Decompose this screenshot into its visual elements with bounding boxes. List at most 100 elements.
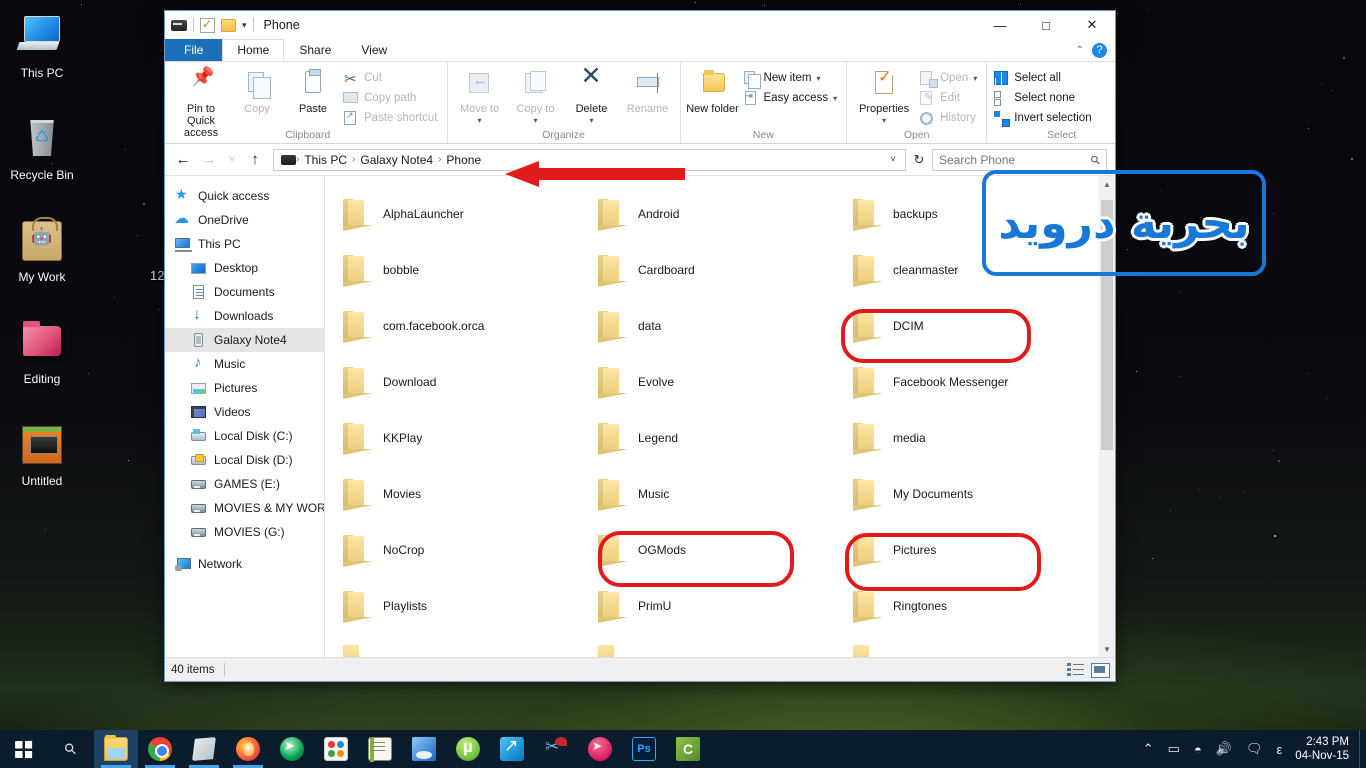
maximize-button[interactable]: □: [1023, 11, 1069, 39]
select-none-button[interactable]: Select none: [991, 88, 1096, 108]
show-desktop-button[interactable]: [1359, 730, 1366, 768]
battery-icon[interactable]: ▭: [1161, 741, 1187, 757]
taskbar-app-firefox[interactable]: [226, 730, 270, 768]
copy-button[interactable]: Copy: [229, 65, 285, 115]
sidebar-item-quick-access[interactable]: Quick access: [165, 184, 324, 208]
taskbar-app-utorrent[interactable]: [446, 730, 490, 768]
taskbar-app-chrome[interactable]: [138, 730, 182, 768]
desktop-icon-this-pc[interactable]: This PC: [4, 14, 80, 80]
view-buttons[interactable]: [1067, 662, 1110, 678]
taskbar-app-store[interactable]: [182, 730, 226, 768]
computer-icon[interactable]: [171, 19, 187, 31]
list-item[interactable]: AlphaLauncher: [335, 186, 590, 242]
up-button[interactable]: ↑: [243, 148, 267, 172]
start-button[interactable]: [0, 730, 46, 768]
help-icon[interactable]: ?: [1092, 42, 1107, 58]
list-item[interactable]: Android: [590, 186, 845, 242]
language-indicator[interactable]: ε: [1270, 742, 1290, 757]
copy-to-button[interactable]: Copy to ▾: [508, 65, 564, 127]
taskbar-app-pink[interactable]: [578, 730, 622, 768]
taskbar-app-green-arrow[interactable]: [270, 730, 314, 768]
list-item-pictures[interactable]: Pictures: [845, 522, 1100, 578]
edit-button[interactable]: Edit: [917, 88, 982, 108]
desktop-icon-my-work[interactable]: My Work: [4, 217, 80, 284]
search-input[interactable]: Search Phone ⚲: [932, 148, 1107, 171]
large-icons-view-icon[interactable]: [1091, 662, 1110, 678]
rename-button[interactable]: Rename: [620, 65, 676, 115]
forward-button[interactable]: →: [197, 148, 221, 172]
taskbar[interactable]: ⚲ Ps C ⌃ ▭ ◓ 🔊 🗨 ε 2:43 PM 04-Nov-15: [0, 730, 1366, 768]
taskbar-app-notepad[interactable]: [358, 730, 402, 768]
invert-selection-button[interactable]: Invert selection: [991, 108, 1096, 128]
cut-button[interactable]: Cut: [341, 68, 443, 88]
sidebar-item-movies-g[interactable]: MOVIES (G:): [165, 520, 324, 544]
list-item[interactable]: My Documents: [845, 466, 1100, 522]
collapse-ribbon-icon[interactable]: ⌃: [1076, 45, 1084, 56]
list-item[interactable]: Download: [335, 354, 590, 410]
list-item[interactable]: Movies: [335, 466, 590, 522]
minimize-button[interactable]: —: [977, 11, 1023, 39]
copy-path-button[interactable]: Copy path: [341, 88, 443, 108]
system-tray[interactable]: ⌃ ▭ ◓ 🔊 🗨 ε 2:43 PM 04-Nov-15: [1136, 730, 1366, 768]
breadcrumb-dropdown-icon[interactable]: ˅: [885, 154, 901, 165]
list-item[interactable]: Music: [590, 466, 845, 522]
properties-icon[interactable]: [200, 17, 215, 33]
sidebar-item-local-disk-d[interactable]: Local Disk (D:): [165, 448, 324, 472]
ribbon[interactable]: Pin to Quick access Copy Paste Cut: [165, 62, 1115, 144]
back-button[interactable]: ←: [171, 148, 195, 172]
sidebar-item-movies-my-work[interactable]: MOVIES & MY WOR: [165, 496, 324, 520]
taskbar-app-snipping-tool[interactable]: [534, 730, 578, 768]
sidebar-item-this-pc[interactable]: This PC: [165, 232, 324, 256]
sidebar-item-desktop[interactable]: Desktop: [165, 256, 324, 280]
list-item[interactable]: com.facebook.orca: [335, 298, 590, 354]
list-item[interactable]: Playlists: [335, 578, 590, 634]
customize-qat-icon[interactable]: ▾: [242, 20, 247, 31]
chevron-down-icon[interactable]: ▾: [833, 94, 837, 103]
taskbar-app-idm[interactable]: [490, 730, 534, 768]
sidebar-item-galaxy-note4[interactable]: Galaxy Note4: [165, 328, 324, 352]
chevron-up-icon[interactable]: ⌃: [1136, 741, 1161, 757]
taskbar-app-remote-desktop[interactable]: [402, 730, 446, 768]
address-bar[interactable]: ← → ˅ ↑ › This PC › Galaxy Note4 › Phone…: [165, 144, 1115, 176]
paste-shortcut-button[interactable]: Paste shortcut: [341, 108, 443, 128]
ribbon-tab-bar[interactable]: File Home Share View ⌃ ?: [165, 39, 1115, 62]
sidebar-item-games-e[interactable]: GAMES (E:): [165, 472, 324, 496]
chevron-down-icon[interactable]: ▾: [882, 115, 886, 127]
desktop-icon-untitled[interactable]: Untitled: [4, 422, 80, 488]
breadcrumb-item-phone[interactable]: Phone: [441, 153, 486, 167]
sidebar-item-network[interactable]: Network: [165, 552, 324, 576]
list-item[interactable]: KKPlay: [335, 410, 590, 466]
chevron-down-icon[interactable]: ▾: [534, 115, 538, 127]
taskbar-search-button[interactable]: ⚲: [46, 730, 94, 768]
sidebar-item-local-disk-c[interactable]: Local Disk (C:): [165, 424, 324, 448]
new-item-button[interactable]: New item ▾: [741, 68, 843, 89]
sidebar-item-onedrive[interactable]: OneDrive: [165, 208, 324, 232]
sidebar-item-documents[interactable]: Documents: [165, 280, 324, 304]
taskbar-clock[interactable]: 2:43 PM 04-Nov-15: [1289, 735, 1359, 763]
list-item[interactable]: Cardboard: [590, 242, 845, 298]
list-item[interactable]: bobble: [335, 242, 590, 298]
select-all-button[interactable]: Select all: [991, 68, 1096, 88]
list-item[interactable]: Ringtones: [845, 578, 1100, 634]
list-item[interactable]: PrimU: [590, 578, 845, 634]
history-button[interactable]: History: [917, 108, 982, 128]
list-item-ogmods[interactable]: OGMods: [590, 522, 845, 578]
list-item[interactable]: Legend: [590, 410, 845, 466]
delete-button[interactable]: Delete ▾: [564, 65, 620, 127]
list-item[interactable]: NoCrop: [335, 522, 590, 578]
desktop-icon-recycle-bin[interactable]: Recycle Bin: [4, 116, 80, 182]
breadcrumb[interactable]: › This PC › Galaxy Note4 › Phone ˅: [273, 148, 906, 171]
easy-access-button[interactable]: Easy access ▾: [741, 88, 843, 108]
breadcrumb-item-galaxy-note4[interactable]: Galaxy Note4: [355, 153, 438, 167]
refresh-button[interactable]: ↻: [908, 149, 930, 171]
properties-button[interactable]: Properties ▾: [851, 65, 917, 127]
list-item[interactable]: media: [845, 410, 1100, 466]
tab-file[interactable]: File: [165, 39, 223, 61]
navigation-pane[interactable]: Quick access OneDrive This PC Desktop Do…: [165, 176, 325, 657]
taskbar-app-photoshop[interactable]: Ps: [622, 730, 666, 768]
quick-access-toolbar[interactable]: ▾: [171, 17, 254, 33]
details-view-icon[interactable]: [1067, 662, 1085, 678]
scroll-down-arrow[interactable]: ▼: [1099, 641, 1115, 657]
chevron-down-icon[interactable]: ▾: [816, 74, 820, 83]
taskbar-app-file-explorer[interactable]: [94, 730, 138, 768]
